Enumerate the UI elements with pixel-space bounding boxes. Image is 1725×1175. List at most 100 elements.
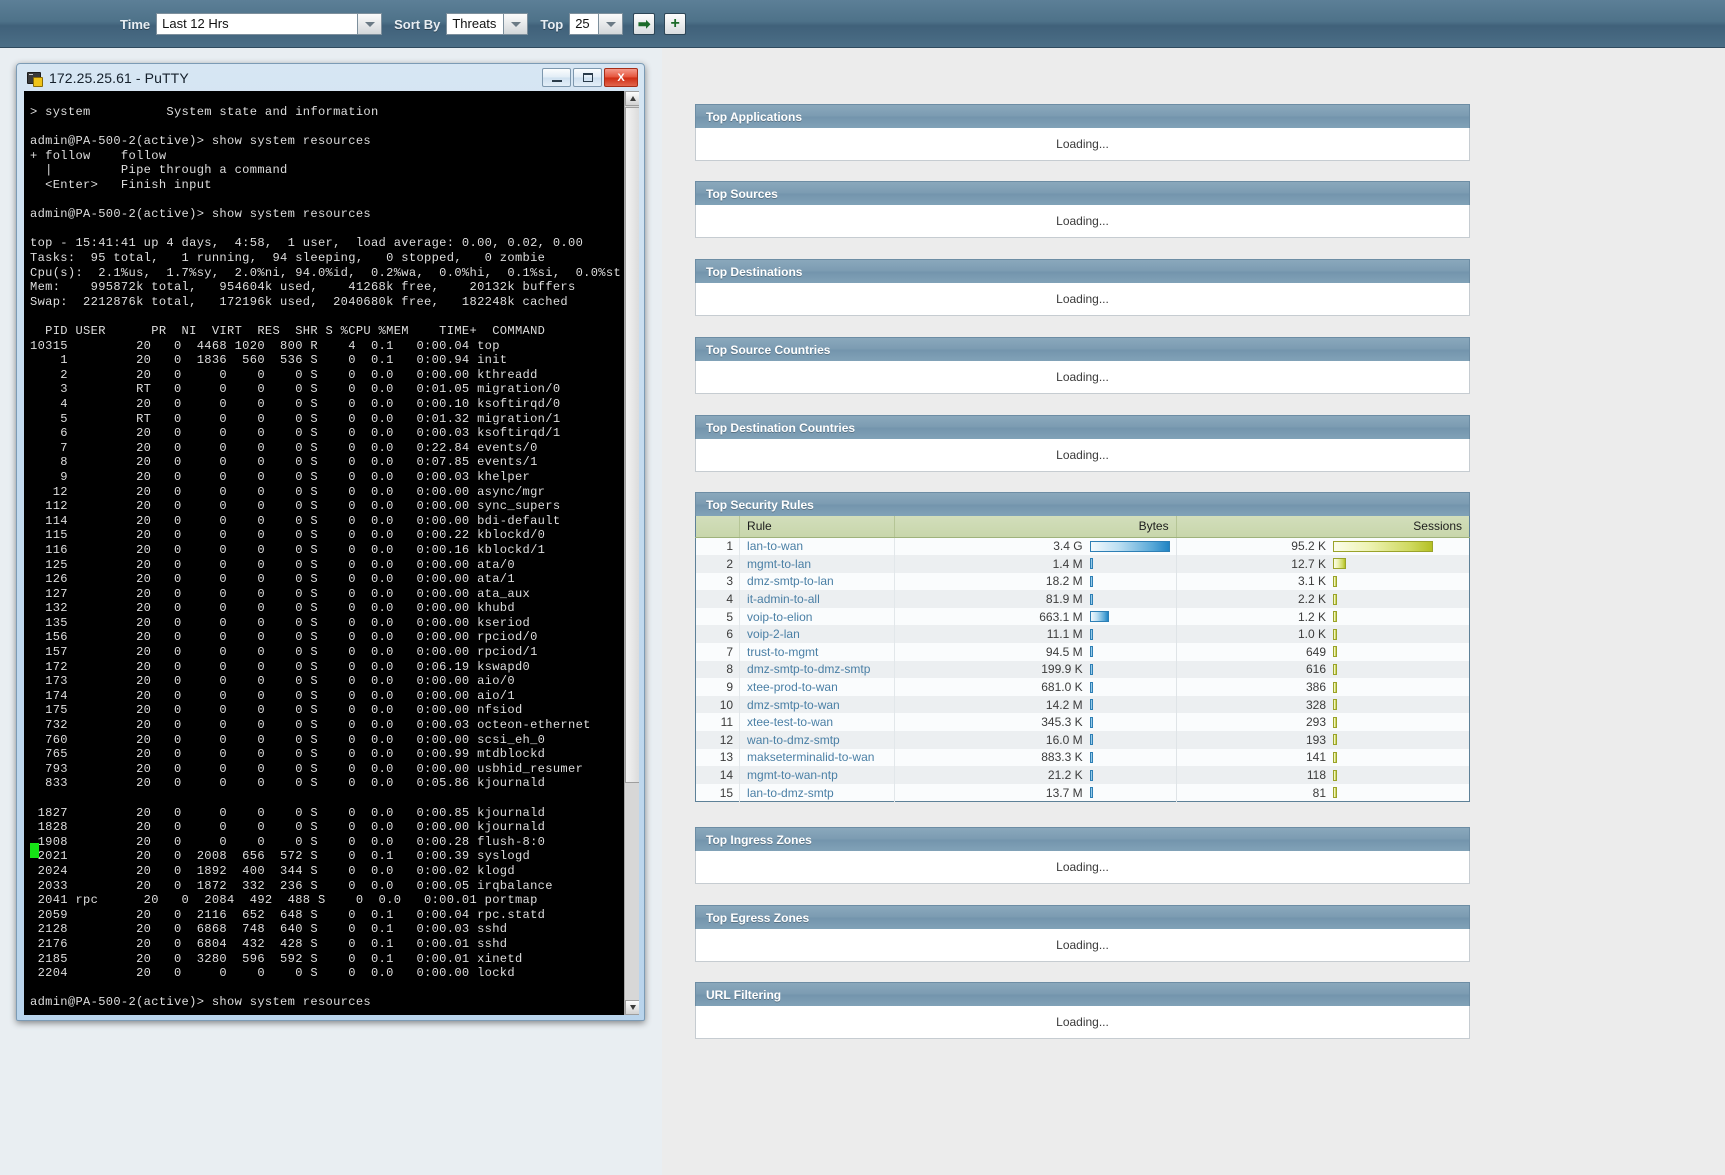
table-row[interactable]: 1 lan-to-wan 3.4 G 95.2 K <box>695 537 1470 556</box>
sessions-bar-fill <box>1333 681 1337 693</box>
cell-index: 5 <box>695 607 741 626</box>
table-row[interactable]: 15 lan-to-dmz-smtp 13.7 M 81 <box>695 783 1470 802</box>
security-rules-table: Rule Bytes Sessions 1 lan-to-wan 3.4 G 95.2… <box>695 516 1470 803</box>
bytes-bar-fill <box>1089 787 1093 799</box>
table-row[interactable]: 3 dmz-smtp-to-lan 18.2 M 3.1 K <box>695 572 1470 591</box>
col-rule[interactable]: Rule <box>739 516 896 538</box>
cell-index: 2 <box>695 555 741 573</box>
cell-sessions: 1.0 K <box>1176 625 1470 644</box>
cell-sessions: 386 <box>1176 678 1470 696</box>
sessions-bar-fill <box>1333 611 1337 623</box>
sortby-label: Sort By <box>394 16 441 32</box>
bytes-bar <box>1089 787 1170 799</box>
cell-rule-link[interactable]: xtee-test-to-wan <box>739 713 896 732</box>
cell-rule-link[interactable]: lan-to-wan <box>739 537 896 556</box>
sessions-bar-fill <box>1333 646 1337 658</box>
sessions-value: 616 <box>1305 662 1326 677</box>
bytes-bar <box>1089 699 1170 711</box>
cell-sessions: 328 <box>1176 695 1470 714</box>
bytes-value: 11.1 M <box>1046 627 1083 642</box>
sessions-bar <box>1333 699 1463 711</box>
sessions-bar-fill <box>1333 716 1337 728</box>
cell-rule-link[interactable]: trust-to-mgmt <box>739 643 896 661</box>
table-row[interactable]: 10 dmz-smtp-to-wan 14.2 M 328 <box>695 695 1470 714</box>
cell-rule-link[interactable]: xtee-prod-to-wan <box>739 678 896 696</box>
cell-rule-link[interactable]: makseterminalid-to-wan <box>739 748 896 767</box>
bytes-value: 14.2 M <box>1045 697 1083 712</box>
cell-bytes: 13.7 M <box>894 783 1177 802</box>
bytes-bar <box>1089 540 1170 552</box>
close-button[interactable]: X <box>604 68 638 87</box>
bytes-value: 94.5 M <box>1045 644 1083 659</box>
sortby-dropdown-chevron-down-icon[interactable] <box>504 13 529 35</box>
col-bytes[interactable]: Bytes <box>894 516 1177 538</box>
cell-rule-link[interactable]: mgmt-to-wan-ntp <box>739 766 896 784</box>
table-row[interactable]: 14 mgmt-to-wan-ntp 21.2 K 118 <box>695 766 1470 784</box>
scrollbar-thumb[interactable] <box>625 107 639 783</box>
terminal-cursor <box>30 843 39 858</box>
table-row[interactable]: 13 makseterminalid-to-wan 883.3 K 141 <box>695 748 1470 767</box>
table-row[interactable]: 6 voip-2-lan 11.1 M 1.0 K <box>695 625 1470 644</box>
cell-rule-link[interactable]: mgmt-to-lan <box>739 555 896 573</box>
table-row[interactable]: 11 xtee-test-to-wan 345.3 K 293 <box>695 713 1470 732</box>
minimize-button[interactable] <box>542 68 571 87</box>
plus-icon[interactable]: + <box>664 13 687 35</box>
widget-url-filtering: URL Filtering Loading... <box>695 982 1470 1039</box>
sessions-value: 12.7 K <box>1291 556 1326 571</box>
cell-index: 1 <box>695 537 741 556</box>
table-row[interactable]: 8 dmz-smtp-to-dmz-smtp 199.9 K 616 <box>695 660 1470 679</box>
cell-rule-link[interactable]: voip-to-elion <box>739 607 896 626</box>
cell-rule-link[interactable]: dmz-smtp-to-lan <box>739 572 896 591</box>
sortby-select-input[interactable] <box>446 13 505 35</box>
cell-rule-link[interactable]: voip-2-lan <box>739 625 896 644</box>
widget-loading-text: Loading... <box>695 929 1470 962</box>
bytes-bar-fill <box>1089 663 1093 675</box>
cell-bytes: 94.5 M <box>894 643 1177 661</box>
table-row[interactable]: 5 voip-to-elion 663.1 M 1.2 K <box>695 607 1470 626</box>
col-index[interactable] <box>695 516 741 538</box>
cell-rule-link[interactable]: wan-to-dmz-smtp <box>739 731 896 749</box>
sessions-bar <box>1333 593 1463 605</box>
widget-top-security-rules: Top Security Rules Rule Bytes Sessions 1… <box>695 492 1470 803</box>
cell-index: 8 <box>695 660 741 679</box>
sessions-value: 386 <box>1305 680 1326 695</box>
cell-rule-link[interactable]: lan-to-dmz-smtp <box>739 783 896 802</box>
top-count-input[interactable] <box>569 13 600 35</box>
bytes-value: 663.1 M <box>1039 609 1083 624</box>
cell-rule-link[interactable]: it-admin-to-all <box>739 590 896 608</box>
putty-window[interactable]: 172.25.25.61 - PuTTY X > system System s… <box>16 63 645 1021</box>
top-toolbar: Time Sort By Top ➡ + <box>0 0 1725 48</box>
putty-title-bar[interactable]: 172.25.25.61 - PuTTY X <box>17 64 644 91</box>
sessions-bar-fill <box>1333 751 1337 763</box>
cell-rule-link[interactable]: dmz-smtp-to-wan <box>739 695 896 714</box>
table-row[interactable]: 7 trust-to-mgmt 94.5 M 649 <box>695 643 1470 661</box>
cell-bytes: 1.4 M <box>894 555 1177 573</box>
time-select-input[interactable] <box>156 13 359 35</box>
widget-title: Top Egress Zones <box>695 905 1470 929</box>
time-dropdown-chevron-down-icon[interactable] <box>358 13 383 35</box>
security-rules-body: 1 lan-to-wan 3.4 G 95.2 K 2 mgmt-to-lan 1.4 M 1… <box>695 537 1470 802</box>
table-row[interactable]: 4 it-admin-to-all 81.9 M 2.2 K <box>695 590 1470 608</box>
col-sessions[interactable]: Sessions <box>1176 516 1470 538</box>
scroll-up-icon[interactable] <box>625 91 639 106</box>
table-row[interactable]: 12 wan-to-dmz-smtp 16.0 M 193 <box>695 731 1470 749</box>
table-row[interactable]: 9 xtee-prod-to-wan 681.0 K 386 <box>695 678 1470 696</box>
widget-top-destination-countries: Top Destination Countries Loading... <box>695 415 1470 472</box>
table-row[interactable]: 2 mgmt-to-lan 1.4 M 12.7 K <box>695 555 1470 573</box>
sessions-bar <box>1333 716 1463 728</box>
bytes-bar <box>1089 769 1170 781</box>
cell-bytes: 345.3 K <box>894 713 1177 732</box>
sessions-value: 328 <box>1305 697 1326 712</box>
sessions-value: 81 <box>1312 785 1326 800</box>
terminal-scrollbar[interactable] <box>624 91 639 1015</box>
maximize-button[interactable] <box>573 68 602 87</box>
cell-rule-link[interactable]: dmz-smtp-to-dmz-smtp <box>739 660 896 679</box>
sessions-bar-fill <box>1333 558 1346 570</box>
bytes-value: 81.9 M <box>1045 592 1083 607</box>
arrow-right-icon[interactable]: ➡ <box>633 13 656 35</box>
widget-loading-text: Loading... <box>695 851 1470 884</box>
bytes-bar <box>1089 681 1170 693</box>
widget-title: Top Security Rules <box>695 492 1470 516</box>
top-dropdown-chevron-down-icon[interactable] <box>599 13 624 35</box>
terminal-screen[interactable]: > system System state and information ad… <box>24 91 639 1015</box>
